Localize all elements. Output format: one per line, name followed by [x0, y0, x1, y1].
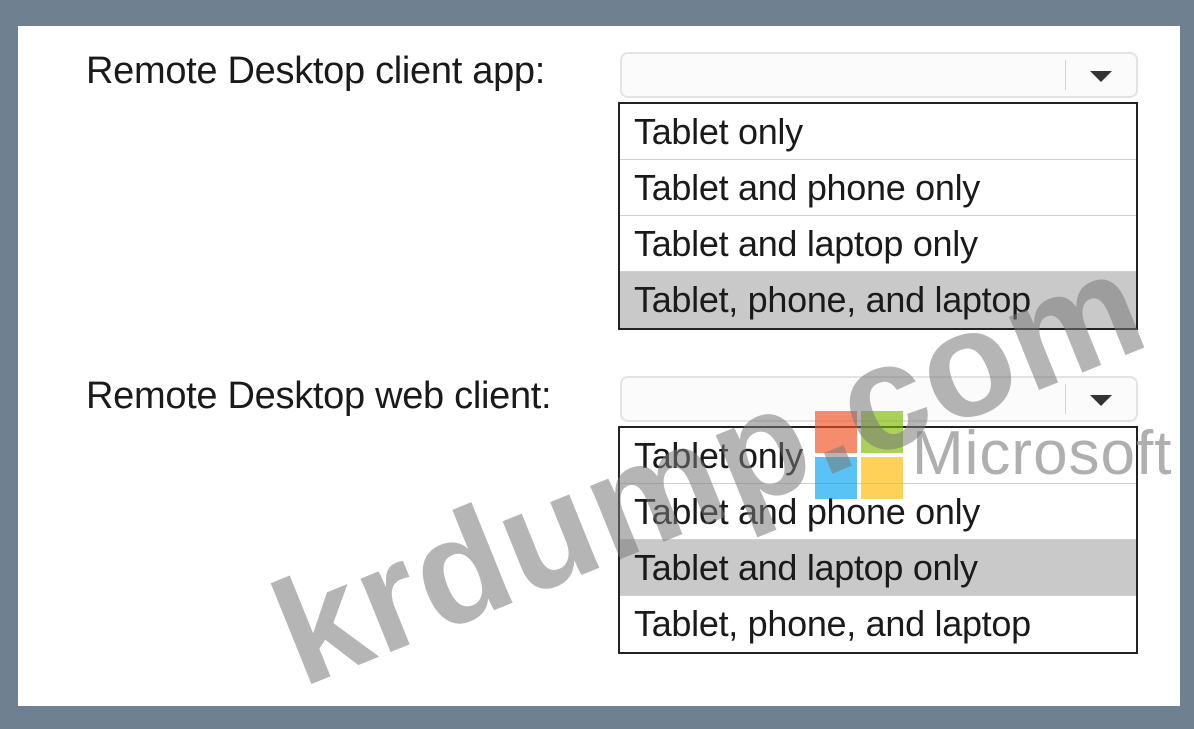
microsoft-logo-text: Microsoft [912, 419, 1173, 488]
option-tablet-phone[interactable]: Tablet and phone only [620, 160, 1136, 216]
chevron-down-icon[interactable] [1090, 71, 1112, 82]
client-app-label: Remote Desktop client app: [86, 50, 545, 92]
client-app-options-list: Tablet only Tablet and phone only Tablet… [618, 102, 1138, 330]
dropdown-divider [1065, 60, 1066, 90]
logo-square-green [861, 411, 903, 453]
microsoft-logo-icon [815, 411, 903, 499]
web-client-label: Remote Desktop web client: [86, 375, 552, 417]
client-app-dropdown[interactable] [620, 52, 1138, 98]
dropdown-divider [1065, 384, 1066, 414]
logo-square-red [815, 411, 857, 453]
option-tablet-phone-laptop[interactable]: Tablet, phone, and laptop [620, 272, 1136, 328]
logo-square-blue [815, 457, 857, 499]
option-tablet-laptop[interactable]: Tablet and laptop only [620, 540, 1136, 596]
chevron-down-icon[interactable] [1090, 395, 1112, 406]
option-tablet-only[interactable]: Tablet only [620, 104, 1136, 160]
logo-square-yellow [861, 457, 903, 499]
option-tablet-laptop[interactable]: Tablet and laptop only [620, 216, 1136, 272]
option-tablet-phone-laptop[interactable]: Tablet, phone, and laptop [620, 596, 1136, 652]
